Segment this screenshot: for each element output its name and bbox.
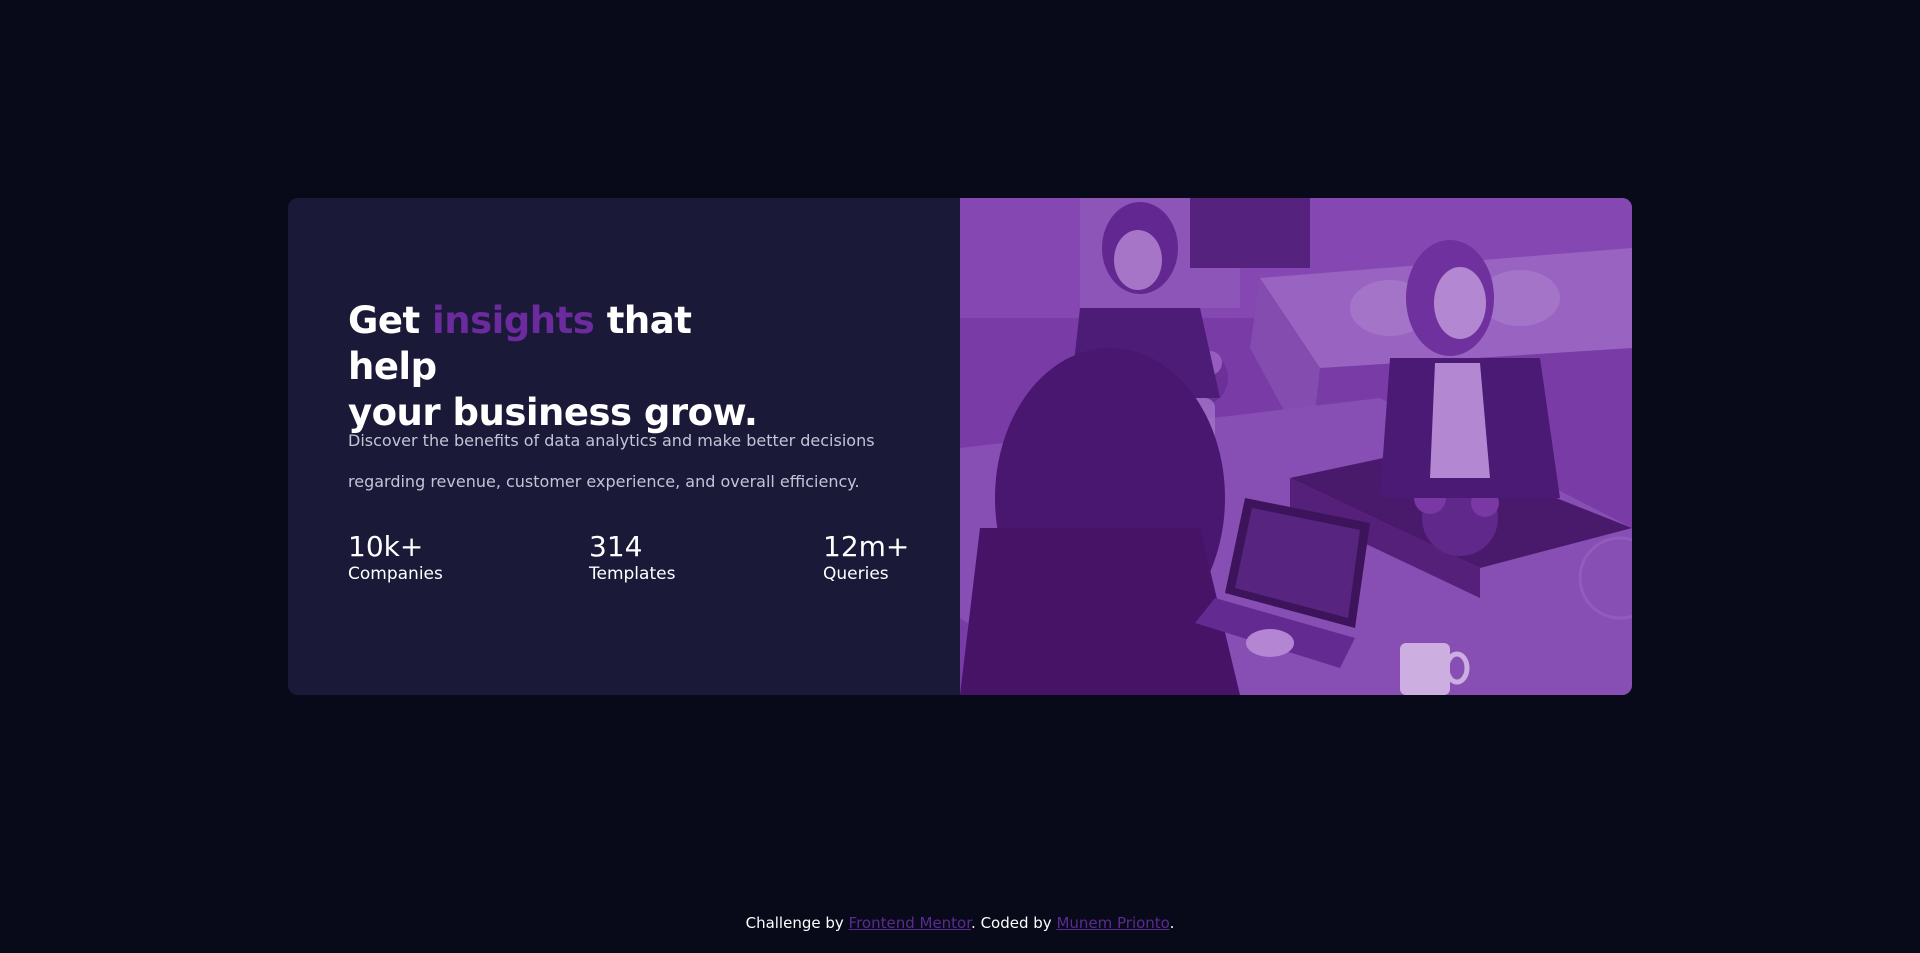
page: Get insights that help your business grow…: [0, 0, 1920, 953]
stat-value: 314: [589, 530, 643, 563]
stat-templates: 314 Templates: [589, 532, 675, 585]
attribution: Challenge by Frontend Mentor. Coded by M…: [0, 912, 1920, 934]
author-link[interactable]: Munem Prionto: [1056, 914, 1169, 932]
stat-value: 10k+: [348, 530, 424, 563]
attribution-suffix: .: [1169, 914, 1175, 932]
frontend-mentor-link[interactable]: Frontend Mentor: [849, 914, 972, 932]
card-headline: Get insights that help your business grow…: [348, 298, 788, 436]
stat-queries: 12m+ Queries: [823, 532, 909, 585]
attribution-prefix: Challenge by: [745, 914, 849, 932]
stats-preview-card: Get insights that help your business grow…: [288, 198, 1632, 695]
stat-value: 12m+: [823, 530, 910, 563]
team-working-photo: [960, 198, 1632, 695]
card-content: Get insights that help your business grow…: [288, 198, 960, 695]
stat-label: Companies: [348, 564, 443, 584]
headline-part-1: Get: [348, 299, 433, 342]
stat-companies: 10k+ Companies: [348, 532, 443, 585]
headline-accent-word: insights: [432, 299, 595, 342]
stat-label: Queries: [823, 564, 889, 584]
stat-label: Templates: [589, 564, 676, 584]
stats-list: 10k+ Companies 314 Templates 12m+ Querie…: [348, 532, 909, 592]
attribution-middle: . Coded by: [971, 914, 1057, 932]
image-purple-overlay: [960, 198, 1632, 695]
card-description: Discover the benefits of data analytics …: [348, 431, 875, 491]
